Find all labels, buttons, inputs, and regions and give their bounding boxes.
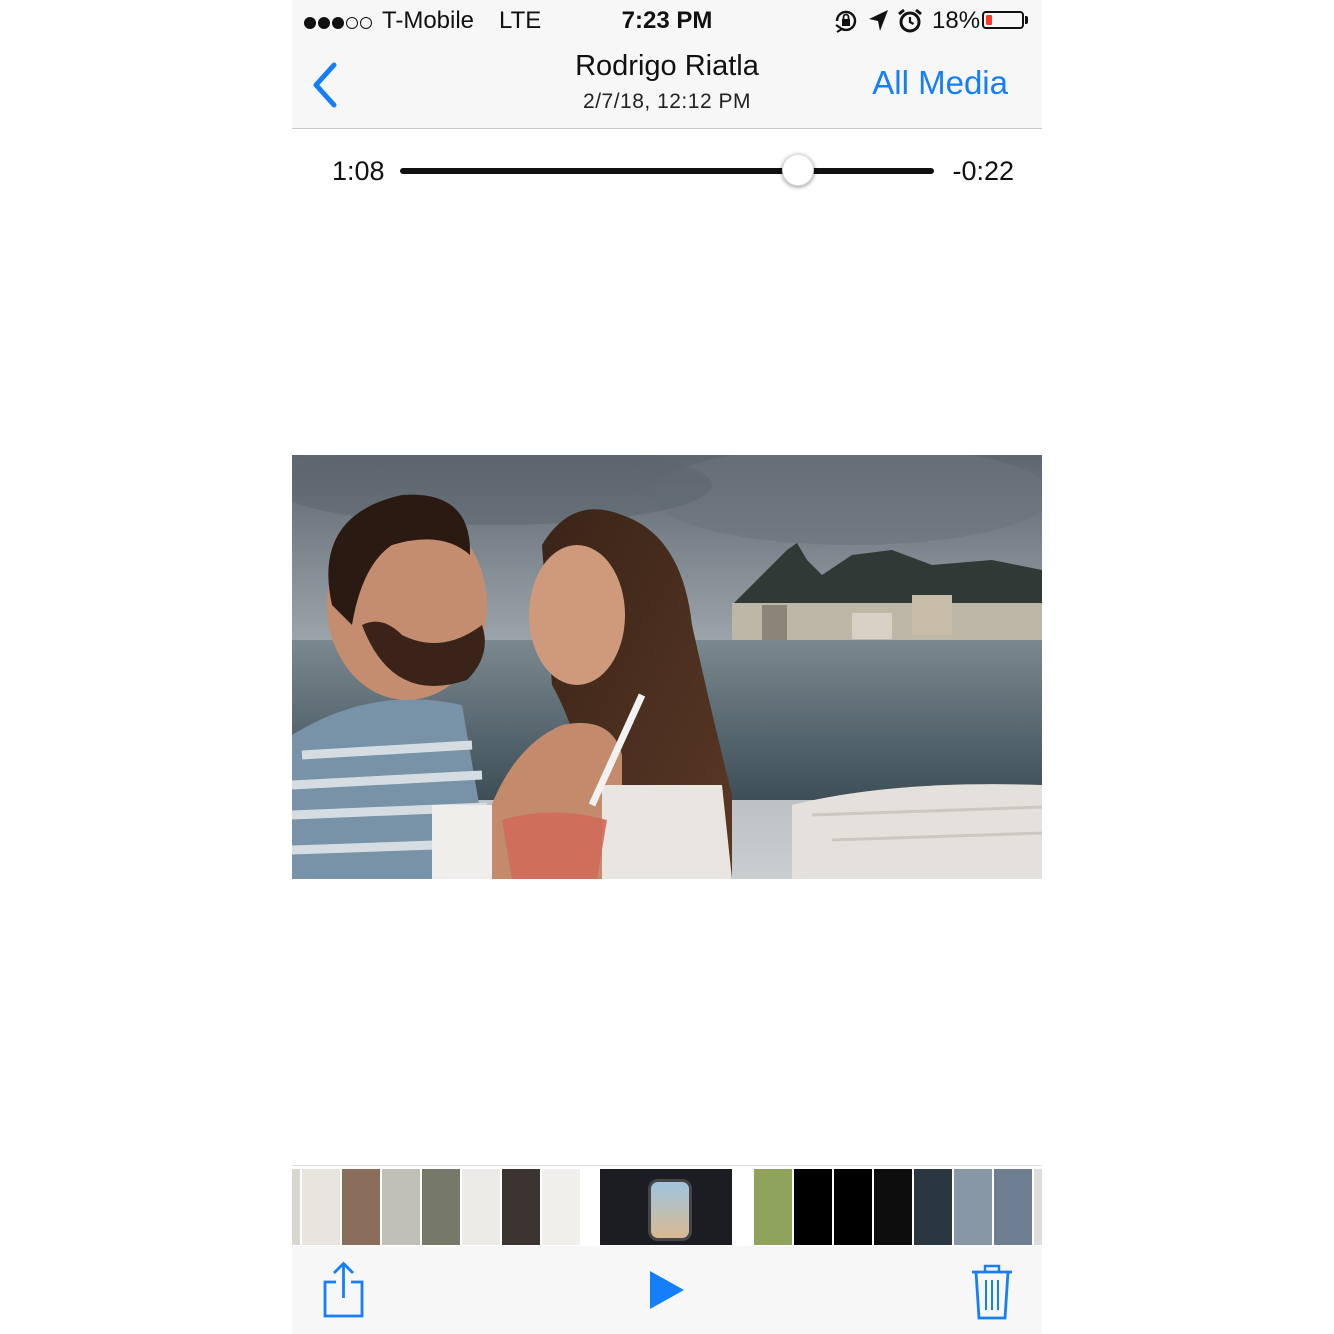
remaining-time: -0:22 — [952, 156, 1014, 186]
filmstrip-thumbnail[interactable] — [954, 1169, 992, 1245]
alarm-icon — [898, 8, 922, 33]
elapsed-time: 1:08 — [332, 156, 385, 186]
bottom-toolbar — [292, 1246, 1042, 1334]
delete-button[interactable] — [970, 1262, 1014, 1322]
video-scrubber-handle[interactable] — [781, 154, 814, 186]
filmstrip-thumbnail[interactable] — [542, 1169, 580, 1245]
filmstrip-thumbnail[interactable] — [382, 1169, 420, 1245]
filmstrip-thumbnail[interactable] — [600, 1169, 732, 1245]
filmstrip-thumbnail[interactable] — [462, 1169, 500, 1245]
navigation-header: T-Mobile LTE 7:23 PM 18% Rodrigo Riatla … — [292, 0, 1042, 129]
video-scrubber-track[interactable] — [400, 168, 934, 174]
filmstrip-thumbnail[interactable] — [342, 1169, 380, 1245]
trash-icon — [972, 1264, 1012, 1320]
filmstrip-thumbnail[interactable] — [914, 1169, 952, 1245]
video-still — [292, 455, 1042, 879]
status-time: 7:23 PM — [621, 7, 713, 34]
filmstrip-thumbnail[interactable] — [834, 1169, 872, 1245]
battery-icon — [982, 11, 1024, 29]
filmstrip-thumbnail[interactable] — [502, 1169, 540, 1245]
video-frame[interactable] — [292, 455, 1042, 879]
filmstrip-thumbnail[interactable] — [994, 1169, 1032, 1245]
filmstrip-thumbnail[interactable] — [292, 1169, 300, 1245]
filmstrip-thumbnail[interactable] — [754, 1169, 792, 1245]
filmstrip-thumbnail[interactable] — [422, 1169, 460, 1245]
filmstrip-thumbnail[interactable] — [1034, 1169, 1042, 1245]
play-button[interactable] — [646, 1268, 690, 1312]
battery-percentage: 18% — [932, 7, 981, 34]
filmstrip-thumbnail[interactable] — [874, 1169, 912, 1245]
filmstrip-thumbnail[interactable] — [794, 1169, 832, 1245]
play-icon — [650, 1271, 684, 1309]
media-viewer-screen: T-Mobile LTE 7:23 PM 18% Rodrigo Riatla … — [292, 0, 1042, 1334]
all-media-button[interactable]: All Media — [872, 64, 1008, 102]
location-arrow-icon — [869, 10, 888, 31]
share-icon — [323, 1261, 364, 1318]
media-filmstrip[interactable] — [292, 1165, 1042, 1246]
orientation-lock-icon — [835, 10, 857, 33]
status-bar: T-Mobile LTE 7:23 PM 18% — [292, 0, 1042, 40]
filmstrip-thumbnail[interactable] — [302, 1169, 340, 1245]
share-button[interactable] — [322, 1260, 366, 1320]
